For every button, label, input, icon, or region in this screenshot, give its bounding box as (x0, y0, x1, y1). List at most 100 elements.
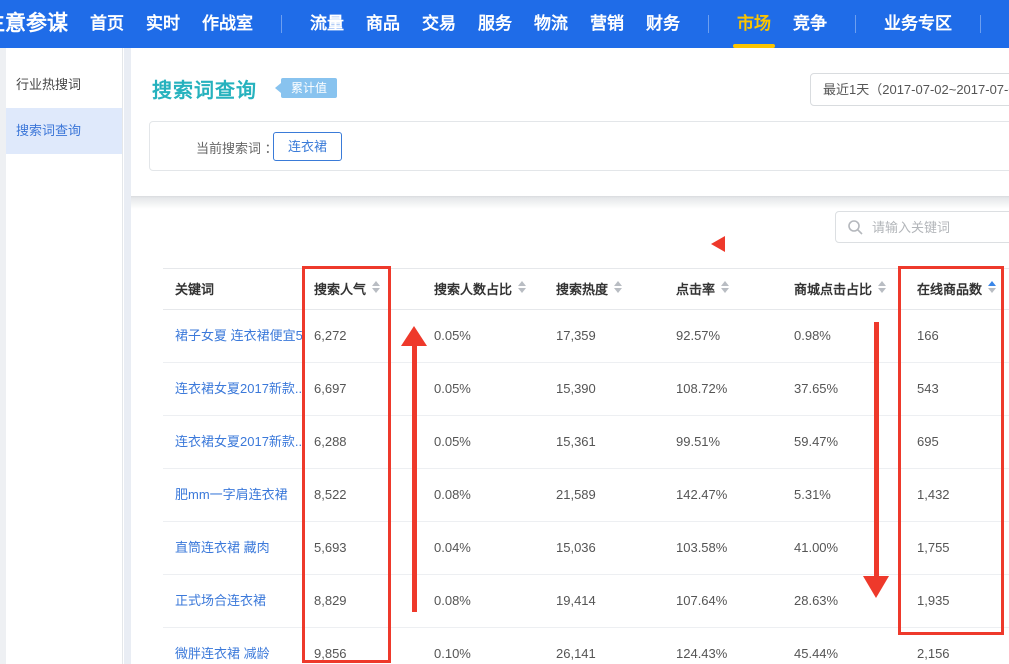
brand-logo[interactable]: 生意参谋 (0, 0, 68, 48)
nav-item-war-room[interactable]: 作战室 (202, 0, 253, 48)
cell-searcher-ratio: 0.08% (422, 469, 544, 521)
cell-keyword-link[interactable]: 连衣裙女夏2017新款... (163, 363, 302, 415)
nav-item-marketing[interactable]: 营销 (590, 0, 624, 48)
cell-searcher-ratio: 0.05% (422, 416, 544, 468)
column-label: 搜索人气 (314, 282, 366, 297)
table-row: 正式场合连衣裙8,8290.08%19,414107.64%28.63%1,93… (163, 575, 1009, 628)
cell-online-products: 2,156 (905, 628, 1009, 664)
table-row: 微胖连衣裙 减龄9,8560.10%26,141124.43%45.44%2,1… (163, 628, 1009, 664)
nav-item-trade[interactable]: 交易 (422, 0, 456, 48)
column-header-online-products[interactable]: 在线商品数 (905, 269, 1009, 310)
section-divider-shadow (131, 196, 1009, 209)
cell-click-rate: 124.43% (664, 628, 782, 664)
nav-divider (855, 15, 856, 33)
current-search-word-label: 当前搜索词 ： (196, 138, 278, 157)
cell-search-popularity: 6,288 (302, 416, 422, 468)
cell-keyword-link[interactable]: 微胖连衣裙 减龄 (163, 628, 302, 664)
column-header-search-heat[interactable]: 搜索热度 (544, 269, 664, 310)
cell-keyword-link[interactable]: 连衣裙女夏2017新款... (163, 416, 302, 468)
cell-keyword-link[interactable]: 裙子女夏 连衣裙便宜5... (163, 310, 302, 362)
search-word-table: 关键词 搜索人气 搜索人数占比 搜索热度点击率 商城点击占比 在线商品数 裙子女夏 连衣裙… (163, 268, 1009, 664)
cell-click-rate: 107.64% (664, 575, 782, 627)
column-label: 在线商品数 (917, 282, 982, 297)
cell-keyword-link[interactable]: 肥mm一字肩连衣裙 (163, 469, 302, 521)
date-range-selector[interactable]: 最近1天（2017-07-02~2017-07-02） (810, 73, 1009, 106)
nav-menu: 首页实时作战室流量商品交易服务物流营销财务市场竞争业务专区取数 (90, 0, 1009, 48)
cell-search-popularity: 6,272 (302, 310, 422, 362)
sidebar-item-search-word-query[interactable]: 搜索词查询 (6, 108, 122, 154)
nav-divider (980, 15, 981, 33)
cell-online-products: 1,432 (905, 469, 1009, 521)
column-header-search-popularity[interactable]: 搜索人气 (302, 269, 422, 310)
cell-search-popularity: 5,693 (302, 522, 422, 574)
cell-online-products: 1,755 (905, 522, 1009, 574)
table-row: 直筒连衣裙 藏肉5,6930.04%15,036103.58%41.00%1,7… (163, 522, 1009, 575)
nav-item-product[interactable]: 商品 (366, 0, 400, 48)
nav-item-business-zone[interactable]: 业务专区 (884, 0, 952, 48)
cell-mall-click-ratio: 28.63% (782, 575, 905, 627)
table-row: 连衣裙女夏2017新款...6,2880.05%15,36199.51%59.4… (163, 416, 1009, 469)
keyword-search-box (835, 211, 1009, 243)
sort-arrows-icon[interactable] (721, 281, 729, 293)
cell-search-popularity: 9,856 (302, 628, 422, 664)
sidebar-item-industry-hot-words[interactable]: 行业热搜词 (6, 62, 122, 108)
column-label: 商城点击占比 (794, 282, 872, 297)
nav-item-service[interactable]: 服务 (478, 0, 512, 48)
nav-item-logistics[interactable]: 物流 (534, 0, 568, 48)
nav-item-market[interactable]: 市场 (737, 0, 771, 48)
table-row: 裙子女夏 连衣裙便宜5...6,2720.05%17,35992.57%0.98… (163, 310, 1009, 363)
cell-search-popularity: 6,697 (302, 363, 422, 415)
column-label: 点击率 (676, 282, 715, 297)
cell-search-heat: 17,359 (544, 310, 664, 362)
sidebar: 行业热搜词搜索词查询 (6, 48, 123, 664)
sort-arrows-icon[interactable] (614, 281, 622, 293)
sidebar-content-gap (124, 48, 131, 664)
nav-divider (281, 15, 282, 33)
cell-click-rate: 108.72% (664, 363, 782, 415)
nav-item-competition[interactable]: 竞争 (793, 0, 827, 48)
nav-item-traffic[interactable]: 流量 (310, 0, 344, 48)
column-header-mall-click-ratio[interactable]: 商城点击占比 (782, 269, 905, 310)
cell-search-popularity: 8,829 (302, 575, 422, 627)
page-title: 搜索词查询 (152, 74, 257, 103)
nav-item-realtime[interactable]: 实时 (146, 0, 180, 48)
cell-search-heat: 26,141 (544, 628, 664, 664)
cell-mall-click-ratio: 41.00% (782, 522, 905, 574)
column-label: 搜索人数占比 (434, 282, 512, 297)
main-content: 搜索词查询 累计值 最近1天（2017-07-02~2017-07-02） 当前… (131, 48, 1009, 664)
cell-searcher-ratio: 0.10% (422, 628, 544, 664)
cell-searcher-ratio: 0.08% (422, 575, 544, 627)
cell-searcher-ratio: 0.05% (422, 310, 544, 362)
cell-mall-click-ratio: 45.44% (782, 628, 905, 664)
cell-mall-click-ratio: 59.47% (782, 416, 905, 468)
top-navbar: 生意参谋 首页实时作战室流量商品交易服务物流营销财务市场竞争业务专区取数 (0, 0, 1009, 48)
cell-click-rate: 99.51% (664, 416, 782, 468)
table-body: 裙子女夏 连衣裙便宜5...6,2720.05%17,35992.57%0.98… (163, 310, 1009, 664)
cumulative-value-badge: 累计值 (281, 78, 337, 98)
search-word-tag[interactable]: 连衣裙 (273, 132, 342, 161)
cell-search-heat: 15,036 (544, 522, 664, 574)
column-header-searcher-ratio[interactable]: 搜索人数占比 (422, 269, 544, 310)
sort-arrows-icon[interactable] (518, 281, 526, 293)
sort-arrows-icon[interactable] (988, 281, 996, 293)
column-label: 关键词 (175, 282, 214, 297)
cell-online-products: 1,935 (905, 575, 1009, 627)
nav-item-finance[interactable]: 财务 (646, 0, 680, 48)
cell-search-heat: 21,589 (544, 469, 664, 521)
sort-arrows-icon[interactable] (878, 281, 886, 293)
sort-arrows-icon[interactable] (372, 281, 380, 293)
cell-search-popularity: 8,522 (302, 469, 422, 521)
current-search-word-panel: 当前搜索词 ： 连衣裙 (149, 121, 1009, 171)
cell-click-rate: 103.58% (664, 522, 782, 574)
cell-click-rate: 142.47% (664, 469, 782, 521)
cell-click-rate: 92.57% (664, 310, 782, 362)
search-icon (847, 219, 863, 235)
cell-keyword-link[interactable]: 直筒连衣裙 藏肉 (163, 522, 302, 574)
cell-search-heat: 15,390 (544, 363, 664, 415)
column-header-click-rate[interactable]: 点击率 (664, 269, 782, 310)
cell-searcher-ratio: 0.05% (422, 363, 544, 415)
cell-keyword-link[interactable]: 正式场合连衣裙 (163, 575, 302, 627)
cell-searcher-ratio: 0.04% (422, 522, 544, 574)
cell-search-heat: 15,361 (544, 416, 664, 468)
nav-item-home[interactable]: 首页 (90, 0, 124, 48)
